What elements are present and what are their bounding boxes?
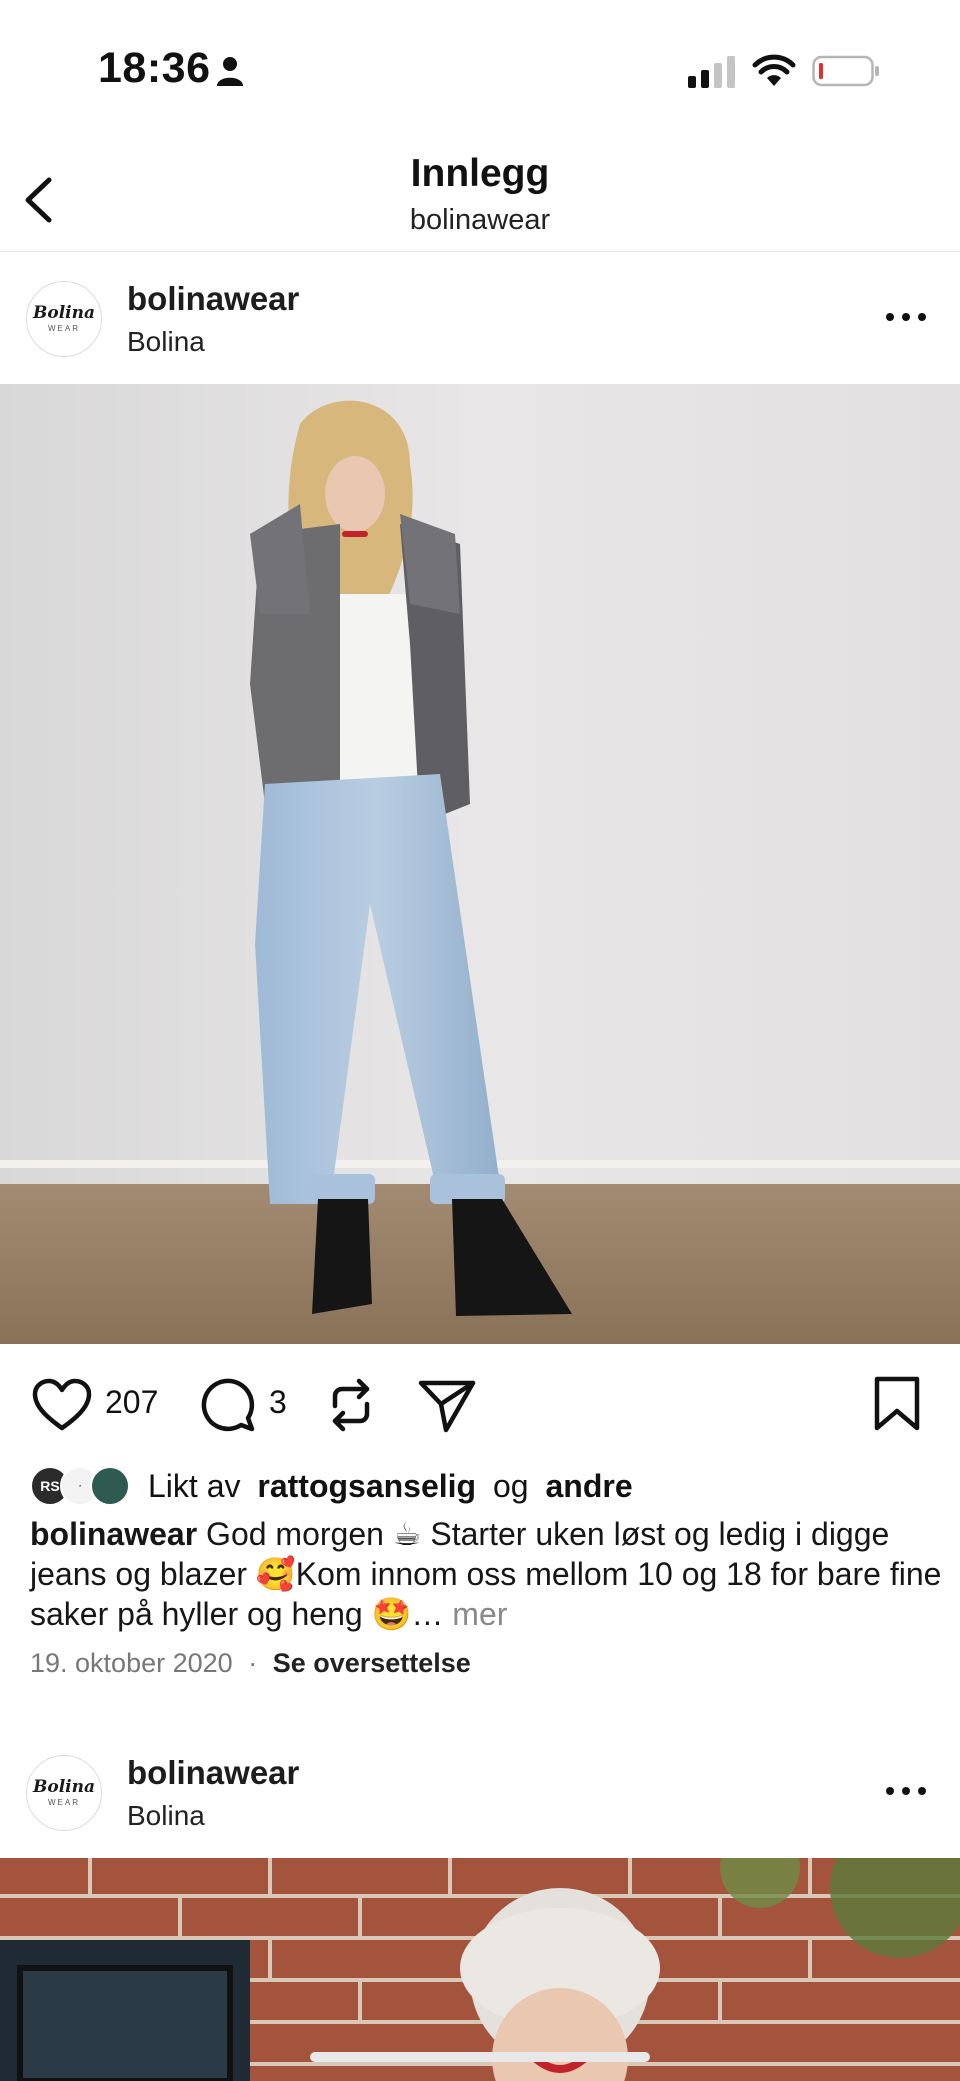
post-location[interactable]: Bolina [127, 1800, 205, 1832]
avatar-logo-text: Bolina [33, 302, 95, 323]
likes-count[interactable]: 207 [105, 1384, 158, 1421]
liked-by-row[interactable]: RS · Likt av rattogsanselig og andre [30, 1464, 633, 1508]
photo-brick-wall-woman [0, 1858, 960, 2081]
post-date: 19. oktober 2020 [30, 1648, 233, 1678]
status-time: 18:36 [98, 44, 211, 92]
post-location[interactable]: Bolina [127, 326, 205, 358]
bookmark-icon[interactable] [872, 1376, 922, 1432]
post-username[interactable]: bolinawear [127, 280, 299, 318]
more-icon[interactable] [884, 1784, 928, 1798]
liked-by-user[interactable]: rattogsanselig [257, 1468, 476, 1505]
avatar-logo-subtext: WEAR [48, 323, 80, 333]
post-caption: bolinawear God morgen ☕ Starter uken løs… [30, 1514, 950, 1634]
signal-icon [688, 56, 735, 88]
translate-link[interactable]: Se oversettelse [273, 1648, 471, 1678]
header-divider [0, 251, 960, 252]
send-icon[interactable] [418, 1378, 476, 1434]
person-icon [217, 57, 243, 86]
avatar-logo-text: Bolina [33, 1776, 95, 1797]
liked-by-prefix: Likt av [148, 1467, 241, 1504]
comment-icon[interactable] [198, 1376, 256, 1434]
more-icon[interactable] [884, 310, 928, 324]
caption-more-link[interactable]: mer [452, 1596, 507, 1632]
post-avatar[interactable]: Bolina WEAR [26, 1755, 102, 1831]
home-indicator[interactable] [310, 2052, 650, 2062]
meta-separator: · [248, 1648, 258, 1678]
heart-icon[interactable] [32, 1378, 92, 1432]
post-photo[interactable] [0, 1858, 960, 2081]
post-meta: 19. oktober 2020 · Se oversettelse [30, 1648, 471, 1679]
post-username[interactable]: bolinawear [127, 1754, 299, 1792]
liked-by-and: og [492, 1467, 529, 1504]
post-avatar[interactable]: Bolina WEAR [26, 281, 102, 357]
liked-avatar-3 [90, 1466, 130, 1506]
battery-icon [812, 55, 879, 87]
wifi-icon [752, 54, 796, 86]
avatar-logo-subtext: WEAR [48, 1797, 80, 1807]
caption-username[interactable]: bolinawear [30, 1516, 197, 1552]
repost-icon[interactable] [323, 1376, 379, 1434]
photo-woman-blazer-jeans [0, 384, 960, 1344]
page-subtitle: bolinawear [409, 204, 551, 236]
post-photo[interactable] [0, 384, 960, 1344]
liked-by-others[interactable]: andre [545, 1468, 632, 1505]
page-title: Innlegg [410, 152, 550, 195]
comments-count[interactable]: 3 [269, 1384, 287, 1421]
